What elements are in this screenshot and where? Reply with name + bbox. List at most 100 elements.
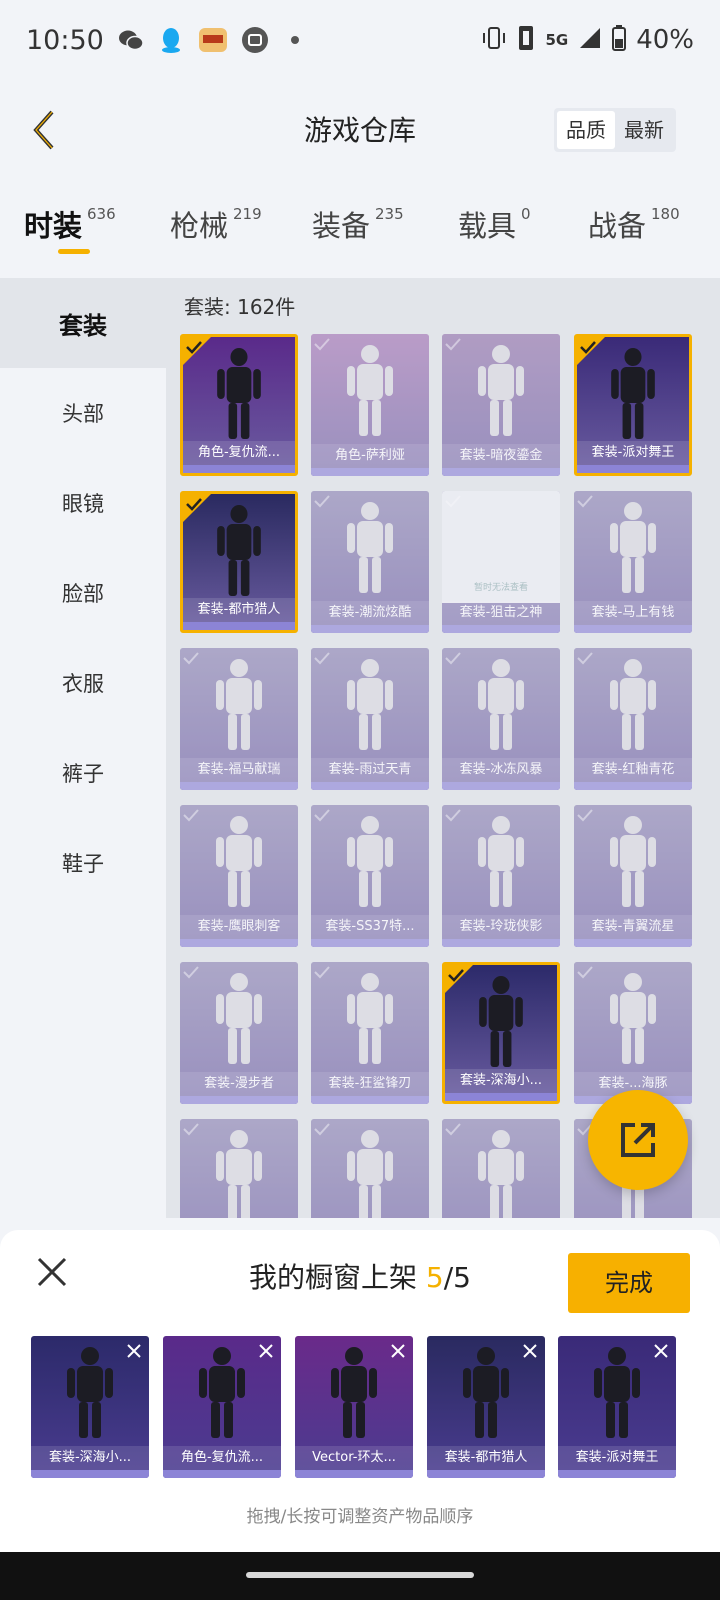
active-tab-indicator <box>58 249 90 254</box>
item-card[interactable]: 套装-冰冻风暴 <box>442 648 560 790</box>
item-card[interactable]: 套装-SS37特... <box>311 805 429 947</box>
slot-label: Vector-环太... <box>295 1446 413 1470</box>
tab-fashion[interactable]: 时装 636 <box>24 203 116 245</box>
sidebar: 套装 头部 眼镜 脸部 衣服 裤子 鞋子 <box>0 278 166 1218</box>
placeholder-image: 暂时无法查看 <box>442 491 560 603</box>
item-card[interactable] <box>311 1119 429 1218</box>
item-strip <box>183 465 295 473</box>
item-card[interactable]: 角色-复仇流... <box>180 334 298 476</box>
item-strip <box>183 622 295 630</box>
slot-label: 角色-复仇流... <box>163 1446 281 1470</box>
check-outline-icon <box>183 1123 199 1136</box>
tab-count: 0 <box>521 205 531 223</box>
item-card[interactable]: 套装-潮流炫酷 <box>311 491 429 633</box>
remove-icon[interactable] <box>650 1340 672 1362</box>
tab-supplies[interactable]: 战备 180 <box>588 203 680 245</box>
check-outline-icon <box>183 966 199 979</box>
item-label: 套装-潮流炫酷 <box>311 601 429 625</box>
remove-icon[interactable] <box>519 1340 541 1362</box>
item-label: 套装-都市猎人 <box>183 598 295 622</box>
sidebar-item-outfit[interactable]: 套装 <box>0 278 166 368</box>
sidebar-item-face[interactable]: 脸部 <box>0 548 166 638</box>
signal-icon <box>578 26 602 54</box>
dot-icon <box>282 27 308 53</box>
item-card[interactable]: 套装-雨过天青 <box>311 648 429 790</box>
showcase-slot[interactable]: Vector-环太... <box>295 1336 413 1478</box>
item-card[interactable]: 套装-...海豚 <box>574 962 692 1104</box>
item-card[interactable]: 套装-福马献瑞 <box>180 648 298 790</box>
item-card[interactable]: 套装-狂鲨锋刃 <box>311 962 429 1104</box>
tab-vehicles[interactable]: 载具 0 <box>458 203 531 245</box>
item-card[interactable] <box>442 1119 560 1218</box>
item-strip <box>574 939 692 947</box>
item-strip <box>311 1096 429 1104</box>
slot-strip <box>295 1470 413 1478</box>
check-outline-icon <box>577 495 593 508</box>
status-time: 10:50 <box>26 24 104 56</box>
sim-icon <box>517 25 535 55</box>
showcase-count: 5 <box>425 1261 444 1294</box>
showcase-total: /5 <box>443 1261 471 1294</box>
sort-toggle: 品质 最新 <box>554 108 676 152</box>
item-card[interactable]: 套装-漫步者 <box>180 962 298 1104</box>
showcase-slot[interactable]: 套装-深海小... <box>31 1336 149 1478</box>
remove-icon[interactable] <box>255 1340 277 1362</box>
check-icon <box>577 337 605 365</box>
check-outline-icon <box>577 809 593 822</box>
item-card[interactable]: 套装-暗夜鎏金 <box>442 334 560 476</box>
sidebar-item-clothes[interactable]: 衣服 <box>0 638 166 728</box>
sort-option-quality[interactable]: 品质 <box>557 111 615 149</box>
showcase-slot[interactable]: 角色-复仇流... <box>163 1336 281 1478</box>
tab-label: 枪械 <box>170 209 229 243</box>
tab-count: 219 <box>233 205 262 223</box>
item-strip <box>577 465 689 473</box>
remove-icon[interactable] <box>123 1340 145 1362</box>
item-label: 套装-雨过天青 <box>311 758 429 782</box>
showcase-slot[interactable]: 套装-都市猎人 <box>427 1336 545 1478</box>
item-card[interactable]: 套装-青翼流星 <box>574 805 692 947</box>
navigation-bar <box>0 1552 720 1600</box>
check-outline-icon <box>577 652 593 665</box>
item-label: 套装-马上有钱 <box>574 601 692 625</box>
item-card[interactable]: 套装-红釉青花 <box>574 648 692 790</box>
slot-strip <box>31 1470 149 1478</box>
home-handle[interactable] <box>246 1572 474 1578</box>
item-card[interactable]: 套装-深海小... <box>442 962 560 1104</box>
check-icon <box>183 494 211 522</box>
app-badge-icon <box>198 27 228 53</box>
item-card[interactable]: 暂时无法查看 套装-狙击之神 <box>442 491 560 633</box>
check-icon <box>183 337 211 365</box>
slot-strip <box>427 1470 545 1478</box>
sidebar-item-pants[interactable]: 裤子 <box>0 728 166 818</box>
sidebar-item-head[interactable]: 头部 <box>0 368 166 458</box>
done-button[interactable]: 完成 <box>568 1253 690 1313</box>
check-outline-icon <box>445 1123 461 1136</box>
item-card[interactable] <box>180 1119 298 1218</box>
tab-guns[interactable]: 枪械 219 <box>170 203 262 245</box>
check-outline-icon <box>183 809 199 822</box>
item-strip <box>311 468 429 476</box>
tab-count: 180 <box>651 205 680 223</box>
back-button[interactable] <box>18 105 68 155</box>
item-card[interactable]: 角色-萨利娅 <box>311 334 429 476</box>
item-card[interactable]: 套装-玲珑侠影 <box>442 805 560 947</box>
item-card[interactable]: 套装-都市猎人 <box>180 491 298 633</box>
item-card[interactable]: 套装-马上有钱 <box>574 491 692 633</box>
check-outline-icon <box>314 652 330 665</box>
sort-option-latest[interactable]: 最新 <box>615 111 673 149</box>
tab-equipment[interactable]: 装备 235 <box>312 203 404 245</box>
tab-count: 636 <box>87 205 116 223</box>
item-strip <box>311 625 429 633</box>
sidebar-item-shoes[interactable]: 鞋子 <box>0 818 166 908</box>
tab-label: 载具 <box>458 209 517 243</box>
remove-icon[interactable] <box>387 1340 409 1362</box>
item-label: 套装-漫步者 <box>180 1072 298 1096</box>
showcase-slot[interactable]: 套装-派对舞王 <box>558 1336 676 1478</box>
item-card[interactable]: 套装-派对舞王 <box>574 334 692 476</box>
item-card[interactable]: 套装-鹰眼刺客 <box>180 805 298 947</box>
showcase-panel: 我的橱窗上架 5/5 完成 套装-深海小... 角色-复仇流... Vector-环… <box>0 1230 720 1552</box>
panel-hint: 拖拽/长按可调整资产物品顺序 <box>246 1507 474 1527</box>
sidebar-item-glasses[interactable]: 眼镜 <box>0 458 166 548</box>
share-button[interactable] <box>588 1090 688 1190</box>
check-outline-icon <box>445 652 461 665</box>
